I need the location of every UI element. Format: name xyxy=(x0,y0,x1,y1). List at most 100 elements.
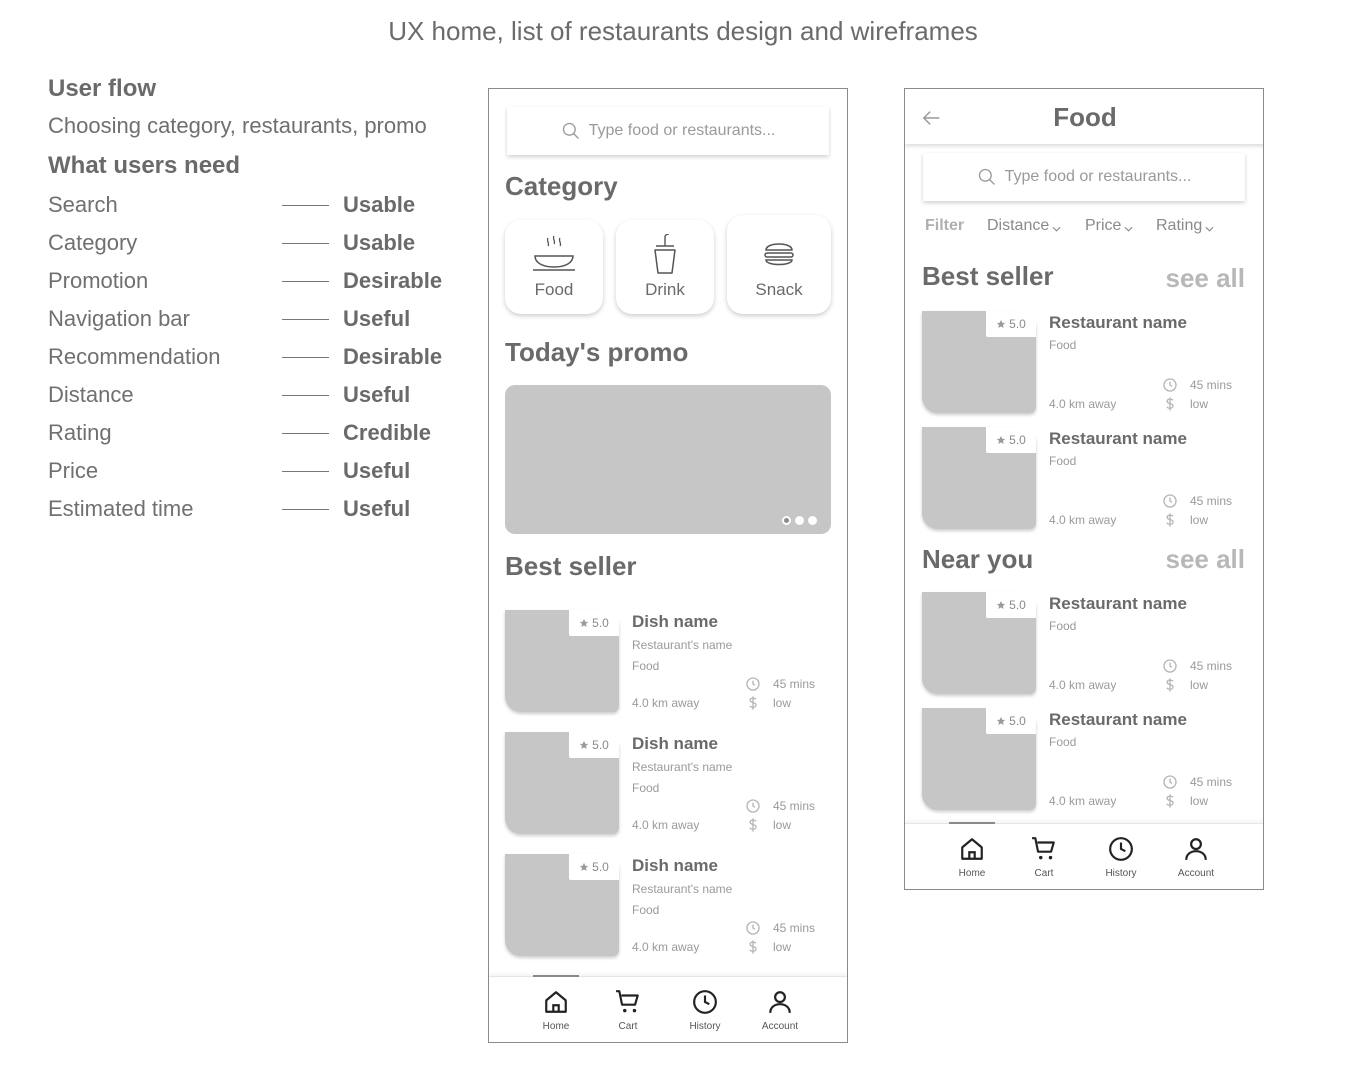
carousel-dot[interactable] xyxy=(808,516,817,525)
restaurant-name: Restaurant's name xyxy=(632,760,733,774)
need-label: Price xyxy=(48,458,99,483)
dish-meta: 45 mins low xyxy=(745,918,821,956)
distance-text: 4.0 km away xyxy=(1049,397,1117,411)
need-row: Search Usable xyxy=(48,186,468,224)
rating-filter-label: Rating xyxy=(1156,217,1203,234)
restaurant-card[interactable]: 5.0 Restaurant name Food 4.0 km away 45 … xyxy=(922,708,1248,810)
star-icon xyxy=(996,319,1006,329)
best-seller-title: Best seller xyxy=(922,261,1054,291)
dish-meta: 45 mins low xyxy=(745,796,821,834)
carousel-dot[interactable] xyxy=(795,516,804,525)
dish-image: 5.0 xyxy=(505,854,619,956)
restaurant-name: Restaurant's name xyxy=(632,638,733,652)
need-label: Category xyxy=(48,230,138,255)
price-filter-dropdown[interactable]: Price xyxy=(1085,217,1133,235)
category-card-drink[interactable]: Drink xyxy=(616,220,714,314)
dish-image: 5.0 xyxy=(505,732,619,834)
home-icon xyxy=(959,836,985,862)
nav-label: Cart xyxy=(618,1021,638,1032)
need-row: Price Useful xyxy=(48,452,468,490)
dish-category: Food xyxy=(632,781,660,795)
promo-banner[interactable] xyxy=(505,385,831,534)
nav-label: History xyxy=(1105,868,1137,879)
clock-icon xyxy=(1108,836,1134,862)
need-connector xyxy=(282,471,329,472)
need-value: Usable xyxy=(343,230,416,255)
dish-card[interactable]: 5.0 Dish name Restaurant's name Food 4.0… xyxy=(505,610,831,712)
category-card-snack[interactable]: Snack xyxy=(727,215,831,314)
nav-item-home[interactable]: Home xyxy=(942,836,1002,879)
distance-text: 4.0 km away xyxy=(1049,513,1117,527)
distance-filter-dropdown[interactable]: Distance xyxy=(987,217,1061,235)
clock-icon xyxy=(1162,377,1178,393)
distance-text: 4.0 km away xyxy=(1049,678,1117,692)
clock-icon xyxy=(1162,658,1178,674)
price-text: low xyxy=(773,817,792,832)
rating-badge: 5.0 xyxy=(986,311,1036,337)
rating-filter-dropdown[interactable]: Rating xyxy=(1156,217,1214,235)
carousel-dots[interactable] xyxy=(782,516,817,525)
star-icon xyxy=(579,618,589,628)
category-card-food[interactable]: Food xyxy=(505,220,603,314)
nav-item-cart[interactable]: Cart xyxy=(598,989,658,1032)
page-title: UX home, list of restaurants design and … xyxy=(388,16,978,46)
nav-item-cart[interactable]: Cart xyxy=(1014,836,1074,879)
clock-icon xyxy=(745,920,761,936)
user-flow-description: Choosing category, restaurants, promo xyxy=(48,113,427,138)
rating-value: 5.0 xyxy=(592,616,609,630)
price-text: low xyxy=(1190,512,1209,527)
search-input[interactable]: Type food or restaurants... xyxy=(923,153,1245,201)
time-text: 45 mins xyxy=(773,676,816,691)
dish-card[interactable]: 5.0 Dish name Restaurant's name Food 4.0… xyxy=(505,854,831,956)
user-icon xyxy=(1183,836,1209,862)
price-text: low xyxy=(773,695,792,710)
nav-item-account[interactable]: Account xyxy=(750,989,810,1032)
carousel-dot-active[interactable] xyxy=(782,516,791,525)
need-connector xyxy=(282,205,329,206)
time-text: 45 mins xyxy=(773,798,816,813)
restaurant-card[interactable]: 5.0 Restaurant name Food 4.0 km away 45 … xyxy=(922,311,1248,413)
nav-item-history[interactable]: History xyxy=(1091,836,1151,879)
dish-card[interactable]: 5.0 Dish name Restaurant's name Food 4.0… xyxy=(505,732,831,834)
rating-value: 5.0 xyxy=(1009,598,1026,612)
search-placeholder: Type food or restaurants... xyxy=(588,122,776,139)
restaurant-card[interactable]: 5.0 Restaurant name Food 4.0 km away 45 … xyxy=(922,592,1248,694)
nav-item-account[interactable]: Account xyxy=(1166,836,1226,879)
rating-badge: 5.0 xyxy=(986,592,1036,618)
nav-item-home[interactable]: Home xyxy=(526,989,586,1032)
chevron-down-icon xyxy=(1052,226,1061,232)
star-icon xyxy=(996,435,1006,445)
need-connector xyxy=(282,319,329,320)
price-text: low xyxy=(1190,677,1209,692)
nav-item-history[interactable]: History xyxy=(675,989,735,1032)
need-value: Useful xyxy=(343,458,411,483)
filter-button[interactable]: Filter xyxy=(925,217,964,235)
nav-label: Account xyxy=(761,1021,799,1032)
restaurant-meta: 45 mins low xyxy=(1162,375,1238,413)
promo-title: Today's promo xyxy=(505,337,689,367)
nav-label: Home xyxy=(958,868,986,879)
rating-badge: 5.0 xyxy=(986,708,1036,734)
need-row: Recommendation Desirable xyxy=(48,338,468,376)
restaurant-card[interactable]: 5.0 Restaurant name Food 4.0 km away 45 … xyxy=(922,427,1248,529)
dish-name: Dish name xyxy=(632,856,718,875)
need-connector xyxy=(282,357,329,358)
see-all-near-you-link[interactable]: see all xyxy=(1165,544,1245,575)
restaurant-name: Restaurant name xyxy=(1049,594,1187,613)
need-value: Useful xyxy=(343,382,411,407)
dollar-icon xyxy=(1162,512,1178,528)
category-title: Category xyxy=(505,171,618,201)
dish-category: Food xyxy=(632,659,660,673)
restaurant-meta: 45 mins low xyxy=(1162,656,1238,694)
clock-icon xyxy=(745,798,761,814)
need-connector xyxy=(282,281,329,282)
distance-text: 4.0 km away xyxy=(632,940,700,954)
see-all-best-seller-link[interactable]: see all xyxy=(1165,263,1245,294)
nav-label: Account xyxy=(1177,868,1215,879)
search-input[interactable]: Type food or restaurants... xyxy=(507,107,829,155)
nav-active-indicator xyxy=(949,822,995,824)
rating-value: 5.0 xyxy=(592,860,609,874)
restaurant-name: Restaurant name xyxy=(1049,313,1187,332)
category-label: Food xyxy=(534,280,574,299)
restaurant-image: 5.0 xyxy=(922,592,1036,694)
